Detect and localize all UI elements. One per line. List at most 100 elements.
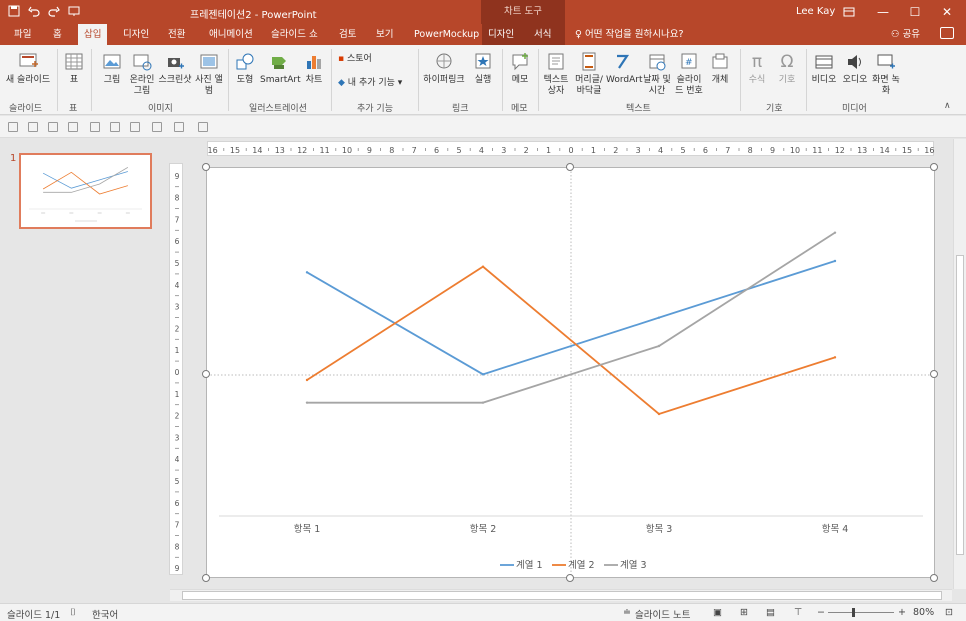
object-icon — [712, 53, 728, 69]
shapes-button[interactable]: 도형 — [232, 51, 258, 86]
equation-button[interactable]: π 수식 — [745, 51, 769, 86]
video-button[interactable]: 비디오 — [809, 51, 839, 86]
tell-me-search[interactable]: ♀︎ 어떤 작업을 원하시나요? — [575, 24, 683, 45]
reading-view-icon[interactable]: ▤ — [766, 607, 775, 618]
scroll-thumb[interactable] — [956, 255, 964, 555]
tab-view[interactable]: 보기 — [370, 24, 399, 45]
audio-button[interactable]: 오디오 — [840, 51, 870, 86]
fit-to-window-icon[interactable]: ⊡ — [945, 607, 953, 618]
resize-handle[interactable] — [202, 574, 210, 582]
ribbon-display-options-icon[interactable] — [834, 0, 864, 24]
horizontal-scrollbar[interactable] — [170, 589, 952, 601]
data-point-series-3 — [305, 401, 309, 404]
date-time-button[interactable]: 날짜 및 시간 — [640, 51, 674, 97]
resize-handle[interactable] — [930, 574, 938, 582]
accessibility-icon[interactable]: ⌷ — [70, 607, 76, 618]
resize-handle[interactable] — [930, 370, 938, 378]
zoom-in-icon[interactable]: + — [898, 607, 906, 618]
minimize-icon[interactable]: — — [868, 0, 898, 24]
zoom-out-icon[interactable]: − — [817, 607, 825, 618]
tab-review[interactable]: 검토 — [333, 24, 362, 45]
line-chart[interactable]: 항목 1 항목 2 항목 3 항목 4 계열 1 계열 2 계열 3 — [207, 168, 936, 579]
action-button[interactable]: 실행 — [470, 51, 496, 86]
photo-album-button[interactable]: 사진 앨범 — [194, 51, 224, 97]
action-star-icon — [475, 53, 491, 69]
ruler-number: 16 — [208, 146, 218, 155]
tab-home[interactable]: 홈 — [47, 24, 68, 45]
redo-icon[interactable] — [48, 5, 60, 17]
tab-animations[interactable]: 애니메이션 — [203, 24, 259, 45]
fmt-tool-icon[interactable] — [174, 122, 184, 132]
picture-button[interactable]: 그림 — [98, 51, 126, 86]
notes-button[interactable]: 슬라이드 노트 — [635, 607, 690, 621]
fmt-tool-icon[interactable] — [198, 122, 208, 132]
resize-handle[interactable] — [202, 370, 210, 378]
undo-icon[interactable] — [28, 5, 40, 17]
screenshot-button[interactable]: 스크린샷 — [158, 51, 192, 86]
slideshow-view-icon[interactable]: ⊤ — [794, 607, 802, 618]
present-icon[interactable] — [68, 5, 80, 17]
zoom-slider[interactable] — [828, 608, 894, 617]
comment-button[interactable]: 메모 — [506, 51, 534, 86]
resize-handle[interactable] — [566, 574, 574, 582]
collapse-ribbon-icon[interactable]: ∧ — [944, 101, 951, 111]
resize-handle[interactable] — [202, 163, 210, 171]
zoom-level[interactable]: 80% — [913, 607, 934, 618]
notes-icon: ≐ — [623, 607, 631, 618]
close-icon[interactable]: ✕ — [932, 0, 962, 24]
scroll-thumb[interactable] — [182, 591, 942, 600]
ruler-number: 8 — [748, 146, 753, 155]
tab-design[interactable]: 디자인 — [117, 24, 155, 45]
fmt-tool-icon[interactable] — [48, 122, 58, 132]
chart-tools-context-label: 차트 도구 — [481, 0, 565, 24]
header-footer-button[interactable]: 머리글/ 바닥글 — [572, 51, 606, 97]
fmt-tool-icon[interactable] — [68, 122, 78, 132]
fmt-tool-icon[interactable] — [152, 122, 162, 132]
equation-label: 수식 — [748, 75, 766, 85]
user-name[interactable]: Lee Kay — [796, 6, 835, 17]
store-button[interactable]: ▪ 스토어 — [338, 54, 388, 65]
symbol-button[interactable]: Ω 기호 — [775, 51, 799, 86]
tab-insert[interactable]: 삽입 — [78, 24, 108, 45]
hyperlink-button[interactable]: 하이퍼링크 — [422, 51, 466, 86]
tab-transitions[interactable]: 전환 — [162, 24, 191, 45]
fmt-tool-icon[interactable] — [110, 122, 120, 132]
text-box-button[interactable]: 텍스트 상자 — [541, 51, 571, 97]
header-footer-label: 머리글/ 바닥글 — [575, 75, 603, 96]
new-slide-button[interactable]: 새 슬라이드 — [4, 51, 52, 86]
globe-link-icon — [436, 53, 452, 69]
screen-recording-button[interactable]: 화면 녹화 — [872, 51, 900, 97]
slide-number-button[interactable]: # 슬라이드 번호 — [674, 51, 704, 97]
object-button[interactable]: 개체 — [706, 51, 734, 86]
ruler-number: 2 — [175, 324, 180, 333]
slide-canvas[interactable]: 항목 1 항목 2 항목 3 항목 4 계열 1 계열 2 계열 3 — [206, 167, 936, 579]
fmt-tool-icon[interactable] — [130, 122, 140, 132]
save-icon[interactable] — [8, 5, 20, 17]
slide-sorter-icon[interactable]: ⊞ — [740, 607, 748, 618]
tab-powermockup[interactable]: PowerMockup — [408, 24, 485, 45]
normal-view-icon[interactable]: ▣ — [713, 607, 722, 618]
tab-slideshow[interactable]: 슬라이드 쇼 — [265, 24, 324, 45]
online-picture-button[interactable]: 온라인 그림 — [126, 51, 158, 97]
tab-chart-design[interactable]: 디자인 — [482, 24, 528, 45]
table-button[interactable]: 표 — [62, 51, 86, 86]
ruler-number: 6 — [434, 146, 439, 155]
maximize-icon[interactable]: ☐ — [900, 0, 930, 24]
share-button[interactable]: ⚇ 공유 — [891, 24, 920, 45]
tab-chart-format[interactable]: 서식 — [528, 24, 565, 45]
fmt-tool-icon[interactable] — [28, 122, 38, 132]
tab-file[interactable]: 파일 — [8, 24, 37, 45]
resize-handle[interactable] — [566, 163, 574, 171]
resize-handle[interactable] — [930, 163, 938, 171]
language-indicator[interactable]: 한국어 — [92, 607, 118, 621]
slide-thumbnail[interactable] — [19, 153, 152, 229]
smartart-button[interactable]: SmartArt — [260, 51, 301, 86]
fmt-tool-icon[interactable] — [90, 122, 100, 132]
fmt-tool-icon[interactable] — [8, 122, 18, 132]
wordart-button[interactable]: WordArt — [606, 51, 643, 86]
comments-icon[interactable] — [940, 27, 954, 39]
chart-button[interactable]: 차트 — [302, 51, 326, 86]
zoom-slider-thumb[interactable] — [852, 608, 855, 617]
my-addins-button[interactable]: ◆ 내 추가 기능 ▾ — [338, 78, 418, 89]
vertical-scrollbar[interactable] — [953, 139, 966, 589]
